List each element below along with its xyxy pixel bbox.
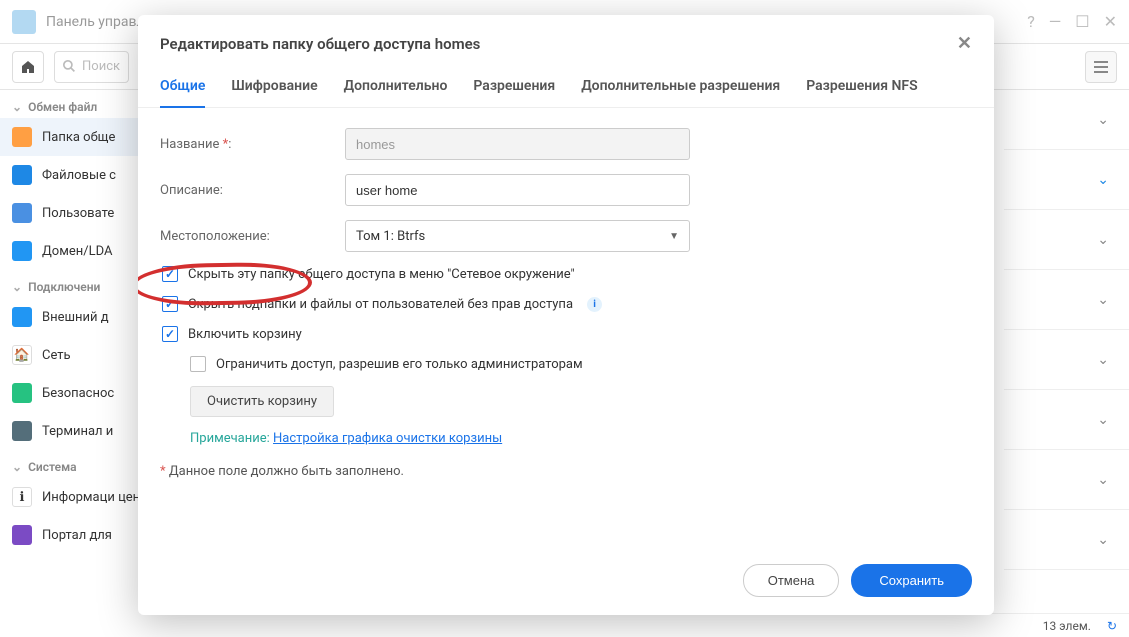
location-value: Том 1: Btrfs (356, 229, 425, 244)
window-controls: ? — ☐ ✕ (1027, 12, 1117, 31)
tab-advanced[interactable]: Дополнительно (344, 68, 448, 107)
chevron-down-icon: ⌄ (1097, 352, 1109, 368)
content-row-toggle[interactable]: ⌄ (1004, 330, 1129, 390)
dialog-title: Редактировать папку общего доступа homes (160, 35, 957, 53)
content-row-toggle[interactable]: ⌄ (1004, 270, 1129, 330)
domain-icon (12, 241, 32, 261)
network-icon: 🏠 (12, 345, 32, 365)
cancel-button[interactable]: Отмена (743, 564, 840, 597)
hide-subfolders-label: Скрыть подпапки и файлы от пользователей… (188, 297, 573, 312)
sidebar: ⌄Обмен файл Папка обще Файловые с Пользо… (0, 90, 140, 637)
list-view-button[interactable] (1085, 51, 1117, 83)
sidebar-item-user[interactable]: Пользовате (0, 194, 140, 232)
dialog-close-button[interactable]: ✕ (957, 33, 972, 54)
content-row-toggle[interactable]: ⌄ (1004, 210, 1129, 270)
help-icon[interactable]: ? (1027, 12, 1035, 31)
tab-nfs-permissions[interactable]: Разрешения NFS (806, 68, 917, 107)
info-icon: ℹ (12, 487, 32, 507)
sidebar-item-info[interactable]: ℹИнформаци центр (0, 478, 140, 516)
enable-recycle-label: Включить корзину (188, 327, 302, 342)
sidebar-group-system[interactable]: ⌄Система (0, 450, 140, 478)
search-input[interactable]: Поиск (54, 51, 129, 83)
empty-recycle-button[interactable]: Очистить корзину (190, 386, 334, 417)
status-bar: 13 элем. ↻ (140, 613, 1129, 637)
name-field (345, 128, 690, 160)
location-select[interactable]: Том 1: Btrfs ▼ (345, 220, 690, 252)
portal-icon (12, 525, 32, 545)
chevron-down-icon: ⌄ (1097, 112, 1109, 128)
description-field[interactable] (345, 174, 690, 206)
folder-icon (12, 127, 32, 147)
chevron-down-icon: ⌄ (1097, 292, 1109, 308)
chevron-down-icon: ⌄ (1097, 472, 1109, 488)
user-icon (12, 203, 32, 223)
content-row-toggle[interactable]: ⌄ (1004, 510, 1129, 570)
hide-network-label: Скрыть эту папку общего доступа в меню "… (188, 267, 575, 282)
content-row-toggle[interactable]: ⌄ (1004, 450, 1129, 510)
enable-recycle-checkbox[interactable] (162, 326, 178, 342)
hide-subfolders-checkbox[interactable] (162, 296, 178, 312)
shield-icon (12, 383, 32, 403)
dialog-footer: Отмена Сохранить (138, 550, 994, 615)
file-service-icon (12, 165, 32, 185)
restrict-admin-label: Ограничить доступ, разрешив его только а… (216, 357, 583, 372)
sidebar-item-shared-folder[interactable]: Папка обще (0, 118, 140, 156)
edit-shared-folder-dialog: Редактировать папку общего доступа homes… (138, 15, 994, 615)
sidebar-item-external[interactable]: Внешний д (0, 298, 140, 336)
caret-down-icon: ▼ (669, 231, 679, 242)
app-icon (12, 10, 36, 34)
chevron-down-icon: ⌄ (12, 460, 22, 474)
terminal-icon (12, 421, 32, 441)
chevron-down-icon: ⌄ (12, 100, 22, 114)
dialog-body: Название *: Описание: Местоположение: То… (138, 108, 994, 550)
sidebar-group-sharing[interactable]: ⌄Обмен файл (0, 90, 140, 118)
sidebar-item-file-services[interactable]: Файловые с (0, 156, 140, 194)
minimize-icon[interactable]: — (1049, 12, 1062, 31)
chevron-down-icon: ⌄ (12, 280, 22, 294)
chevron-down-icon: ⌄ (1097, 172, 1109, 188)
maximize-icon[interactable]: ☐ (1075, 12, 1089, 31)
tab-general[interactable]: Общие (160, 68, 205, 108)
close-icon[interactable]: ✕ (1104, 12, 1117, 31)
sidebar-item-domain[interactable]: Домен/LDA (0, 232, 140, 270)
chevron-down-icon: ⌄ (1097, 532, 1109, 548)
refresh-button[interactable]: ↻ (1107, 619, 1117, 633)
restrict-admin-checkbox[interactable] (190, 356, 206, 372)
external-device-icon (12, 307, 32, 327)
required-note: * Данное поле должно быть заполнено. (160, 464, 972, 479)
save-button[interactable]: Сохранить (851, 564, 972, 597)
content-row-toggle[interactable]: ⌄ (1004, 390, 1129, 450)
name-label: Название *: (160, 137, 345, 152)
item-count: 13 элем. (1043, 619, 1091, 633)
sidebar-group-connectivity[interactable]: ⌄Подключени (0, 270, 140, 298)
content-row-toggle[interactable]: ⌄ (1004, 150, 1129, 210)
search-icon (63, 60, 76, 73)
location-label: Местоположение: (160, 229, 345, 244)
dialog-tabs: Общие Шифрование Дополнительно Разрешени… (138, 68, 994, 108)
chevron-down-icon: ⌄ (1097, 412, 1109, 428)
list-icon (1094, 60, 1108, 74)
tab-permissions[interactable]: Разрешения (473, 68, 555, 107)
sidebar-item-security[interactable]: Безопаснос (0, 374, 140, 412)
tab-adv-permissions[interactable]: Дополнительные разрешения (581, 68, 780, 107)
hide-network-checkbox[interactable] (162, 266, 178, 282)
dialog-header: Редактировать папку общего доступа homes… (138, 15, 994, 68)
sidebar-item-portal[interactable]: Портал для (0, 516, 140, 554)
description-label: Описание: (160, 183, 345, 198)
sidebar-item-network[interactable]: 🏠Сеть (0, 336, 140, 374)
content-row-toggle[interactable]: ⌄ (1004, 90, 1129, 150)
sidebar-item-terminal[interactable]: Терминал и (0, 412, 140, 450)
recycle-schedule-link[interactable]: Настройка графика очистки корзины (273, 431, 502, 446)
chevron-down-icon: ⌄ (1097, 232, 1109, 248)
info-icon[interactable]: i (587, 297, 602, 312)
home-button[interactable] (12, 51, 44, 83)
home-icon (20, 59, 36, 75)
search-placeholder: Поиск (82, 59, 120, 74)
note-label: Примечание: (190, 431, 270, 446)
note-row: Примечание: Настройка графика очистки ко… (190, 431, 972, 446)
tab-encryption[interactable]: Шифрование (231, 68, 317, 107)
